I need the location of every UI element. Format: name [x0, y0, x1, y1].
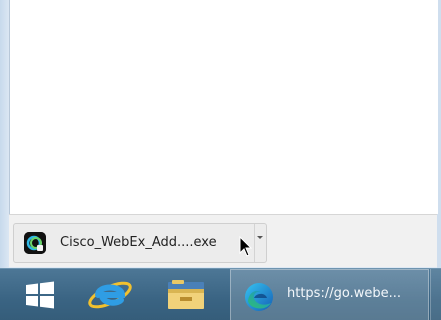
screen: Cisco_WebEx_Add....exe https://go.webe..… — [0, 0, 441, 320]
windows-logo-icon — [26, 281, 54, 309]
taskbar-window-title: https://go.webe... — [287, 286, 401, 301]
file-explorer-icon — [168, 280, 204, 309]
download-bar: Cisco_WebEx_Add....exe — [9, 214, 437, 267]
download-menu-button[interactable] — [254, 224, 267, 262]
webex-app-icon — [24, 232, 46, 254]
taskbar: https://go.webe... — [0, 268, 441, 320]
mouse-cursor-icon — [239, 235, 253, 258]
taskbar-edge-window[interactable]: https://go.webe... — [230, 269, 429, 320]
window-frame-left — [0, 0, 9, 268]
page-content[interactable] — [9, 0, 438, 214]
internet-explorer-icon — [88, 281, 132, 309]
edge-icon — [243, 281, 275, 313]
download-open-button[interactable]: Cisco_WebEx_Add....exe — [14, 224, 252, 262]
download-item[interactable]: Cisco_WebEx_Add....exe — [13, 223, 267, 263]
taskbar-internet-explorer[interactable] — [78, 269, 142, 320]
download-file-name: Cisco_WebEx_Add....exe — [60, 235, 217, 250]
taskbar-next-button[interactable] — [430, 269, 441, 320]
taskbar-file-explorer[interactable] — [154, 269, 218, 320]
start-button[interactable] — [10, 269, 70, 320]
browser-window: Cisco_WebEx_Add....exe — [0, 0, 441, 268]
chevron-down-icon — [257, 236, 263, 239]
